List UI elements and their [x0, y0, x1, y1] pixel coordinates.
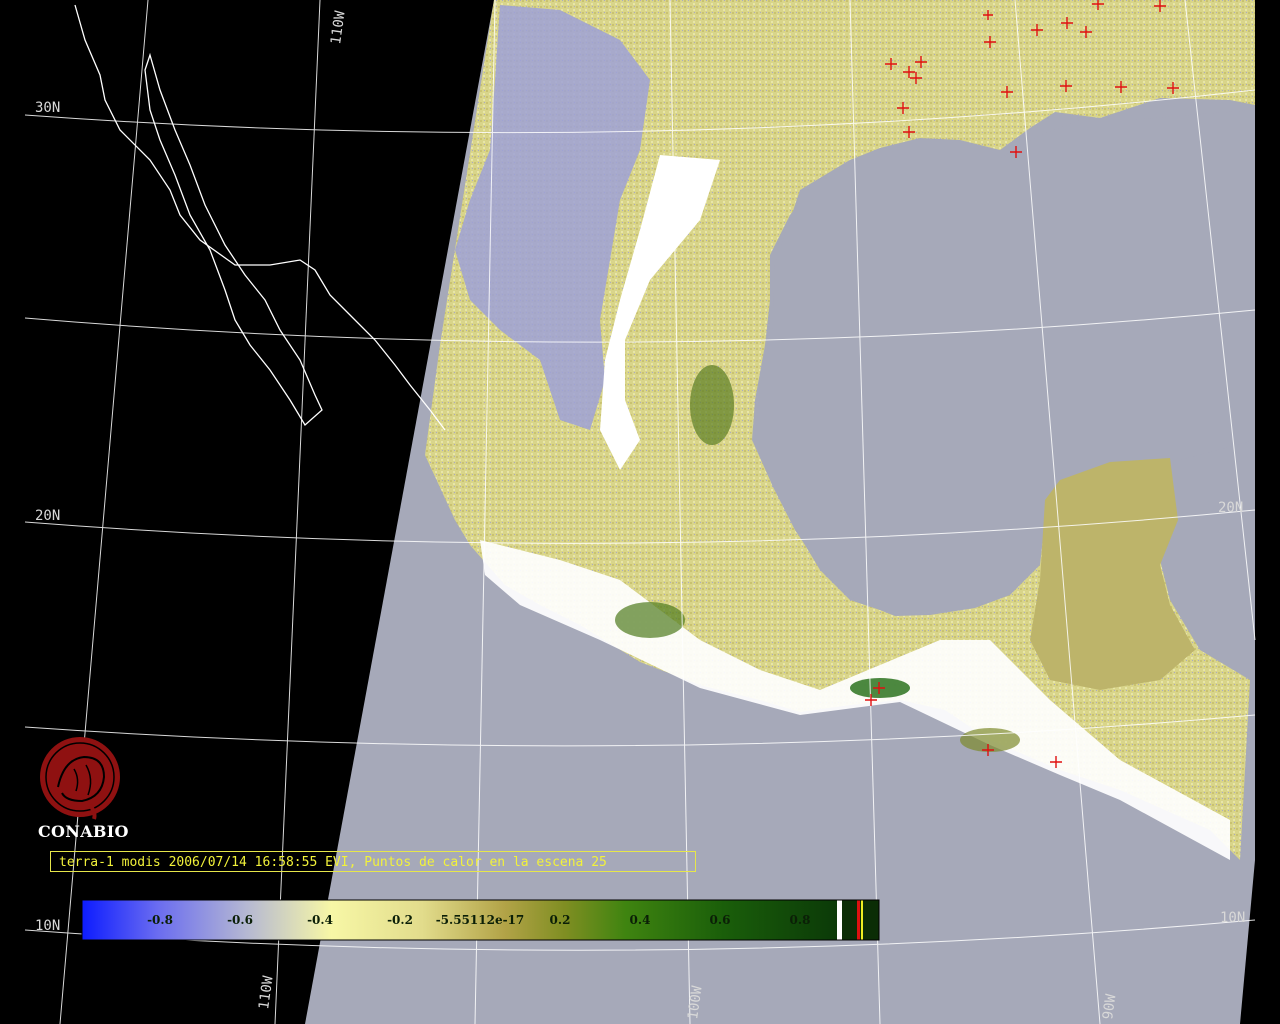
lat-label: 10N: [1220, 910, 1245, 926]
lat-label: 30N: [35, 100, 60, 116]
green-patch: [615, 602, 685, 638]
coast-outline: [74, 4, 446, 431]
lat-label: 10N: [35, 918, 60, 934]
colorbar-red-swatch: [857, 900, 860, 940]
colorbar-yellow-swatch: [861, 900, 863, 940]
colorbar: -0.8 -0.6 -0.4 -0.2 -5.55112e-17 0.2 0.4 0.6 0.8: [81, 899, 880, 941]
lat-label: 20N: [1218, 500, 1243, 516]
colorbar-tick-label: 0.4: [630, 913, 651, 927]
colorbar-tick-label: -0.4: [307, 913, 333, 927]
lat-label: 20N: [35, 508, 60, 524]
green-patch: [690, 365, 734, 445]
colorbar-tick-label: -5.55112e-17: [436, 913, 525, 927]
colorbar-tick-label: 0.2: [550, 913, 571, 927]
lon-label: 110W: [328, 9, 349, 45]
lon-label: 110W: [256, 974, 277, 1010]
green-patch: [960, 728, 1020, 752]
conabio-wordmark: CONABIO: [38, 822, 129, 841]
colorbar-white-swatch: [837, 900, 842, 940]
scene-title: terra-1 modis 2006/07/14 16:58:55 EVI, P…: [50, 851, 696, 872]
colorbar-tick-label: 0.6: [710, 913, 731, 927]
colorbar-tick-label: -0.2: [387, 913, 413, 927]
colorbar-tick-label: 0.8: [790, 913, 811, 927]
colorbar-tick-label: -0.6: [227, 913, 253, 927]
baja-california-outline: [144, 52, 323, 427]
colorbar-tick-label: -0.8: [147, 913, 173, 927]
